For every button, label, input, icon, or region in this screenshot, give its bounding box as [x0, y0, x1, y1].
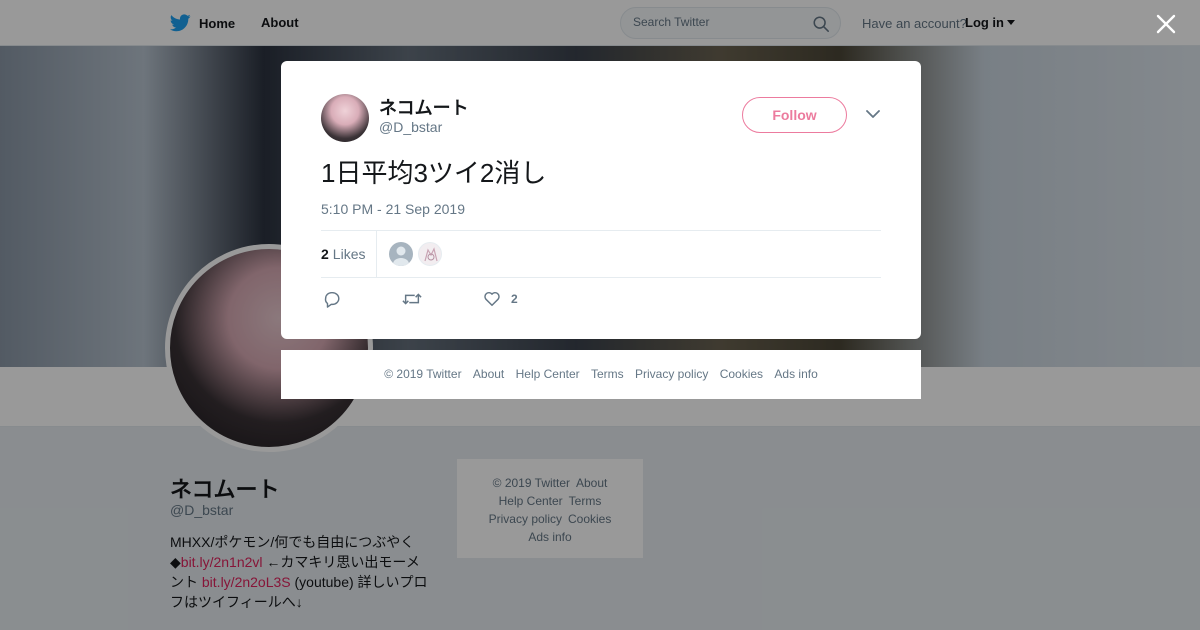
vertical-divider: [376, 231, 377, 277]
footer-copyright: © 2019 Twitter: [384, 367, 462, 381]
footer-ads-link[interactable]: Ads info: [774, 367, 817, 381]
footer-about-link[interactable]: About: [473, 367, 504, 381]
modal-footer: © 2019 Twitter About Help Center Terms P…: [281, 350, 921, 399]
chevron-down-icon[interactable]: [866, 109, 880, 119]
liker-avatar[interactable]: [418, 242, 442, 266]
like-count: 2: [511, 292, 518, 306]
likes-stat[interactable]: 2 Likes: [321, 231, 365, 277]
liker-avatar[interactable]: [389, 242, 413, 266]
close-icon[interactable]: [1155, 13, 1177, 35]
likes-label: Likes: [332, 246, 366, 262]
heart-icon: [484, 291, 500, 307]
divider: [321, 230, 881, 231]
divider: [321, 277, 881, 278]
footer-terms-link[interactable]: Terms: [591, 367, 624, 381]
default-user-icon: [393, 246, 409, 266]
footer-privacy-link[interactable]: Privacy policy: [635, 367, 708, 381]
tweet-timestamp[interactable]: 5:10 PM - 21 Sep 2019: [321, 201, 465, 217]
footer-cookies-link[interactable]: Cookies: [720, 367, 763, 381]
sketch-avatar-icon: [424, 247, 438, 262]
tweet-modal: ネコムート @D_bstar Follow 1日平均3ツイ2消し 5:10 PM…: [281, 61, 921, 339]
tweet-author-handle[interactable]: @D_bstar: [379, 119, 442, 135]
likes-count: 2: [321, 246, 329, 262]
footer-help-link[interactable]: Help Center: [516, 367, 580, 381]
tweet-author-avatar[interactable]: [321, 94, 369, 142]
tweet-text: 1日平均3ツイ2消し: [321, 158, 547, 188]
tweet-author-name[interactable]: ネコムート: [379, 94, 469, 120]
reply-icon: [324, 291, 340, 308]
follow-button[interactable]: Follow: [742, 97, 847, 133]
retweet-icon: [402, 293, 422, 305]
retweet-button[interactable]: [402, 290, 422, 308]
like-button[interactable]: 2: [483, 290, 518, 308]
reply-button[interactable]: [323, 290, 341, 308]
